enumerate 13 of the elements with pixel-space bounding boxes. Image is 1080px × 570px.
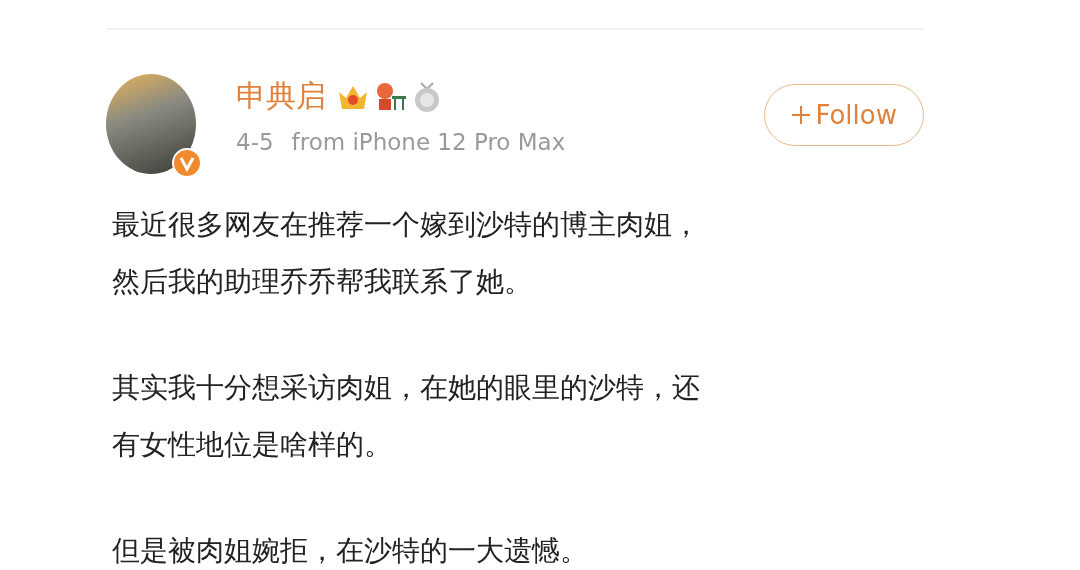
post-text-line: 最近很多网友在推荐一个嫁到沙特的博主肉姐， <box>112 207 701 243</box>
author-name[interactable]: 申典启 <box>236 76 326 117</box>
plus-icon <box>791 105 812 125</box>
follow-button[interactable]: Follow <box>764 84 924 146</box>
medal-icon <box>412 80 442 113</box>
post-date: 4-5 <box>236 129 274 155</box>
figure-icon <box>374 81 408 112</box>
post-text-line: 有女性地位是啥样的。 <box>112 427 393 463</box>
post-text-line: 然后我的助理乔乔帮我联系了她。 <box>112 264 533 300</box>
post-text-line: 其实我十分想采访肉姐，在她的眼里的沙特，还 <box>112 370 701 406</box>
post-source: from iPhone 12 Pro Max <box>291 129 566 155</box>
post-text-line: 但是被肉姐婉拒，在沙特的一大遗憾。 <box>112 533 589 569</box>
verified-badge-icon <box>172 148 202 178</box>
